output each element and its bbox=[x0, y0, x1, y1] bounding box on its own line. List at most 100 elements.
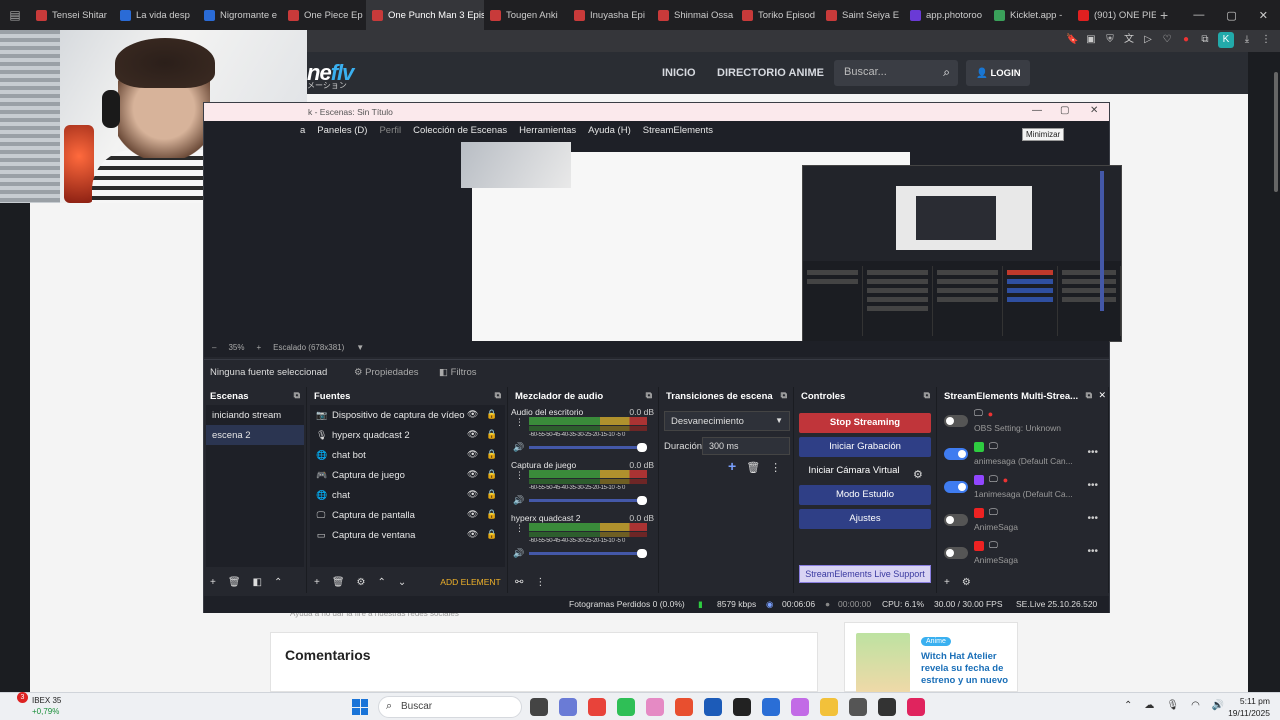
obs-preview[interactable] bbox=[204, 141, 1122, 350]
lock-icon[interactable]: 🔒 bbox=[486, 529, 497, 540]
lock-icon[interactable]: 🔒 bbox=[486, 469, 497, 480]
obs-close-icon[interactable]: ✕ bbox=[1090, 105, 1098, 116]
scaling-dropdown[interactable]: Escalado (678x381) bbox=[273, 343, 344, 357]
browser-tab[interactable]: One Piece Ep bbox=[282, 0, 366, 30]
add-element-button[interactable]: ADD ELEMENT bbox=[440, 577, 500, 587]
browser-tab[interactable]: La vida desp bbox=[114, 0, 198, 30]
scene-item[interactable]: escena 2 bbox=[206, 425, 304, 445]
news-thumbnail[interactable] bbox=[856, 633, 910, 693]
taskbar-app-icon[interactable] bbox=[646, 698, 664, 716]
add-icon[interactable]: + bbox=[210, 577, 216, 588]
profile-avatar[interactable]: K bbox=[1218, 32, 1234, 48]
taskbar-app-icon[interactable] bbox=[617, 698, 635, 716]
eye-icon[interactable]: 👁 bbox=[467, 449, 478, 460]
more-menu-icon[interactable]: ••• bbox=[1087, 513, 1098, 524]
trash-icon[interactable]: 🗑 bbox=[332, 577, 345, 588]
menu-item-profile[interactable]: Perfil bbox=[379, 125, 401, 141]
volume-slider[interactable] bbox=[529, 443, 647, 452]
browser-tab[interactable]: Toriko Episod bbox=[736, 0, 820, 30]
browser-tab[interactable]: app.photoroo bbox=[904, 0, 988, 30]
chevron-up-icon[interactable]: ⌃ bbox=[1124, 700, 1132, 711]
destination-toggle[interactable] bbox=[944, 514, 968, 526]
cloud-icon[interactable]: ☁ bbox=[1144, 700, 1154, 711]
stop-streaming-button[interactable]: Stop Streaming bbox=[799, 413, 931, 433]
source-item[interactable]: 🌐 chat 👁 🔒 bbox=[310, 485, 505, 505]
undock-icon[interactable]: ⧉ bbox=[1086, 390, 1092, 401]
wifi-icon[interactable]: ◠ bbox=[1191, 700, 1200, 711]
taskbar-app-icon[interactable] bbox=[820, 698, 838, 716]
volume-slider[interactable] bbox=[529, 496, 647, 505]
link-icon[interactable]: ⚯ bbox=[515, 577, 523, 588]
stock-widget[interactable]: 3 IBEX 35 +0,79% bbox=[8, 692, 61, 717]
source-item[interactable]: 🎙 hyperx quadcast 2 👁 🔒 bbox=[310, 425, 505, 445]
trash-icon[interactable]: 🗑 bbox=[746, 461, 760, 474]
menu-item-view[interactable]: a bbox=[300, 125, 305, 141]
destination-toggle[interactable] bbox=[944, 481, 968, 493]
eye-icon[interactable]: 👁 bbox=[467, 469, 478, 480]
undock-icon[interactable]: ⧉ bbox=[924, 390, 930, 401]
translate-icon[interactable]: 文 bbox=[1123, 34, 1135, 46]
obs-maximize-icon[interactable]: ▢ bbox=[1060, 105, 1069, 116]
taskbar-app-icon[interactable] bbox=[530, 698, 548, 716]
volume-icon[interactable]: 🔊 bbox=[1212, 700, 1224, 711]
nav-directorio-anime[interactable]: DIRECTORIO ANIME bbox=[717, 67, 824, 79]
more-menu-icon[interactable]: ••• bbox=[1087, 447, 1098, 458]
more-menu-icon[interactable]: ⋮ bbox=[515, 523, 524, 534]
browser-tab[interactable]: Tougen Anki bbox=[484, 0, 568, 30]
news-card[interactable]: Anime Witch Hat Atelier revela su fecha … bbox=[844, 622, 1018, 693]
record-icon[interactable]: ● bbox=[1180, 34, 1192, 46]
more-menu-icon[interactable]: ••• bbox=[1087, 480, 1098, 491]
arrow-up-icon[interactable]: ⌃ bbox=[274, 577, 282, 588]
volume-slider[interactable] bbox=[529, 549, 647, 558]
start-virtual-camera-button[interactable]: Iniciar Cámara Virtual bbox=[799, 461, 909, 481]
destination-toggle[interactable] bbox=[944, 547, 968, 559]
undock-icon[interactable]: ⧉ bbox=[646, 390, 652, 401]
eye-icon[interactable]: 👁 bbox=[467, 509, 478, 520]
nav-inicio[interactable]: INICIO bbox=[662, 67, 696, 79]
source-item[interactable]: 🎮 Captura de juego 👁 🔒 bbox=[310, 465, 505, 485]
slider-knob[interactable] bbox=[637, 443, 647, 452]
maximize-icon[interactable]: ▢ bbox=[1226, 9, 1236, 22]
se-live-support-button[interactable]: StreamElements Live Support bbox=[799, 565, 931, 583]
taskbar-app-icon[interactable] bbox=[791, 698, 809, 716]
browser-tab[interactable]: One Punch Man 3 Episo✕ bbox=[366, 0, 484, 30]
browser-tab[interactable]: Saint Seiya E bbox=[820, 0, 904, 30]
taskbar-app-icon[interactable] bbox=[588, 698, 606, 716]
puzzle-icon[interactable]: ⧉ bbox=[1199, 34, 1211, 46]
start-recording-button[interactable]: Iniciar Grabación bbox=[799, 437, 931, 457]
chevron-down-icon[interactable]: ▼ bbox=[356, 343, 364, 357]
undock-icon[interactable]: ⧉ bbox=[294, 390, 300, 401]
lock-icon[interactable]: 🔒 bbox=[486, 449, 497, 460]
lock-icon[interactable]: 🔒 bbox=[486, 489, 497, 500]
taskbar-search[interactable]: ⌕ Buscar bbox=[378, 696, 522, 718]
eye-icon[interactable]: 👁 bbox=[467, 489, 478, 500]
close-icon[interactable]: ✕ bbox=[1259, 9, 1268, 22]
trash-icon[interactable]: 🗑 bbox=[228, 577, 241, 588]
page-scrollbar[interactable] bbox=[1274, 72, 1278, 192]
new-tab-icon[interactable]: + bbox=[1160, 7, 1168, 23]
play-icon[interactable]: ▷ bbox=[1142, 34, 1154, 46]
site-search-input[interactable]: Buscar... ⌕ bbox=[834, 60, 958, 86]
menu-item-help[interactable]: Ayuda (H) bbox=[588, 125, 631, 141]
bookmark-icon[interactable]: 🔖 bbox=[1066, 34, 1078, 46]
shield-icon[interactable]: ⛨ bbox=[1104, 34, 1116, 46]
obs-minimize-icon[interactable]: — bbox=[1032, 105, 1042, 116]
volume-icon[interactable]: 🔊 bbox=[513, 548, 524, 559]
volume-icon[interactable]: 🔊 bbox=[513, 495, 524, 506]
destination-toggle[interactable] bbox=[944, 448, 968, 460]
news-headline[interactable]: Witch Hat Atelier revela su fecha de est… bbox=[921, 651, 1015, 687]
add-icon[interactable]: + bbox=[314, 577, 320, 588]
preview-vertical-scrollbar[interactable] bbox=[1100, 171, 1104, 311]
login-button[interactable]: 👤 LOGIN bbox=[966, 60, 1030, 86]
transition-select[interactable]: Desvanecimiento ▼ bbox=[664, 411, 790, 431]
source-item[interactable]: 🌐 chat bot 👁 🔒 bbox=[310, 445, 505, 465]
tab-search-icon[interactable]: ▤ bbox=[0, 8, 30, 22]
menu-item-scene-collection[interactable]: Colección de Escenas bbox=[413, 125, 507, 141]
extension-icon[interactable]: ▣ bbox=[1085, 34, 1097, 46]
eye-icon[interactable]: 👁 bbox=[467, 529, 478, 540]
zoom-in-button[interactable]: + bbox=[256, 343, 261, 357]
gear-icon[interactable]: ⚙ bbox=[357, 577, 366, 588]
browser-tab[interactable]: Kicklet.app - bbox=[988, 0, 1072, 30]
eye-icon[interactable]: 👁 bbox=[467, 409, 478, 420]
browser-tab[interactable]: Shinmai Ossa bbox=[652, 0, 736, 30]
